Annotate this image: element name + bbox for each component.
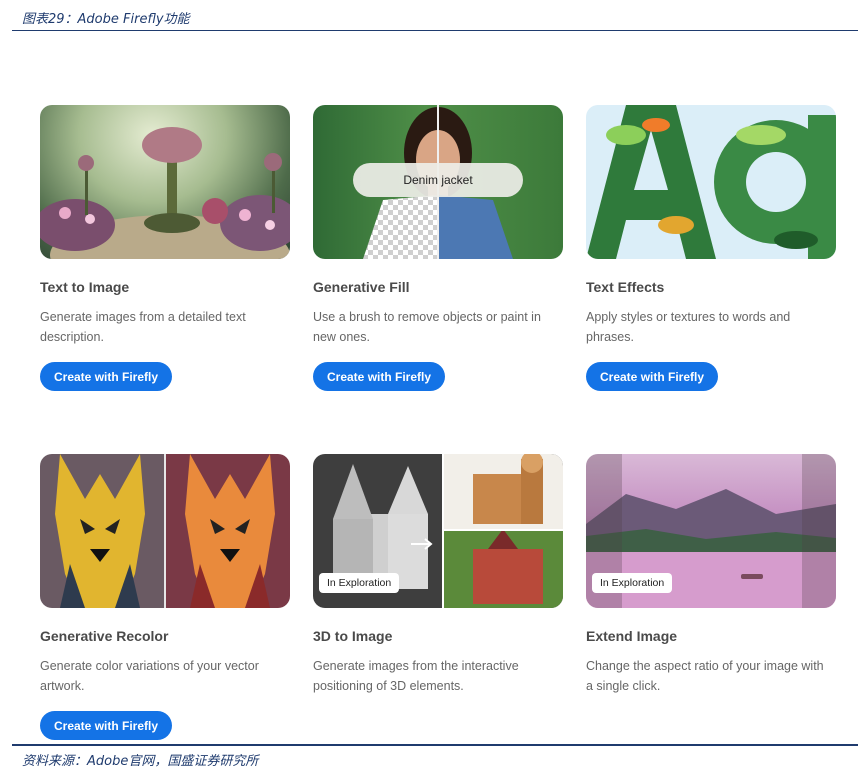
card-3d-to-image: In Exploration 3D to Image Generate imag…	[313, 454, 563, 693]
card-title: Generative Fill	[313, 279, 410, 295]
card-title: Text Effects	[586, 279, 665, 295]
generative-recolor-thumbnail	[40, 454, 290, 608]
figure-title: 图表29：Adobe Firefly功能	[22, 12, 190, 27]
bottom-rule	[12, 744, 858, 746]
create-with-firefly-button[interactable]: Create with Firefly	[313, 362, 446, 391]
card-description: Generate images from the interactive pos…	[313, 659, 519, 693]
figure-source: 资料来源：Adobe官网，国盛证券研究所	[22, 754, 259, 769]
text-effects-thumbnail	[586, 105, 836, 259]
card-description: Use a brush to remove objects or paint i…	[313, 310, 541, 344]
top-rule	[12, 30, 858, 31]
card-extend-image: In Exploration Extend Image Change the a…	[586, 454, 836, 693]
card-generative-fill: Denim jacket Generative Fill Use a brush…	[313, 105, 563, 391]
card-text-to-image: Text to Image Generate images from a det…	[40, 105, 290, 391]
card-text-effects: Text Effects Apply styles or textures to…	[586, 105, 836, 391]
generative-fill-thumbnail: Denim jacket	[313, 105, 563, 259]
card-title: Text to Image	[40, 279, 130, 295]
text-to-image-thumbnail	[40, 105, 290, 259]
card-title: Extend Image	[586, 628, 678, 644]
card-generative-recolor: Generative Recolor Generate color variat…	[40, 454, 290, 740]
card-description: Apply styles or textures to words and ph…	[586, 310, 791, 344]
card-title: 3D to Image	[313, 628, 393, 644]
card-description: Generate images from a detailed text des…	[40, 310, 246, 344]
in-exploration-badge: In Exploration	[319, 573, 400, 593]
create-with-firefly-button[interactable]: Create with Firefly	[586, 362, 719, 391]
extend-image-thumbnail: In Exploration	[586, 454, 836, 608]
create-with-firefly-button[interactable]: Create with Firefly	[40, 711, 173, 740]
card-description: Change the aspect ratio of your image wi…	[586, 659, 824, 693]
prompt-input: Denim jacket	[353, 163, 523, 197]
in-exploration-badge: In Exploration	[592, 573, 673, 593]
create-with-firefly-button[interactable]: Create with Firefly	[40, 362, 173, 391]
card-description: Generate color variations of your vector…	[40, 659, 259, 693]
card-title: Generative Recolor	[40, 628, 169, 644]
3d-to-image-thumbnail: In Exploration	[313, 454, 563, 608]
